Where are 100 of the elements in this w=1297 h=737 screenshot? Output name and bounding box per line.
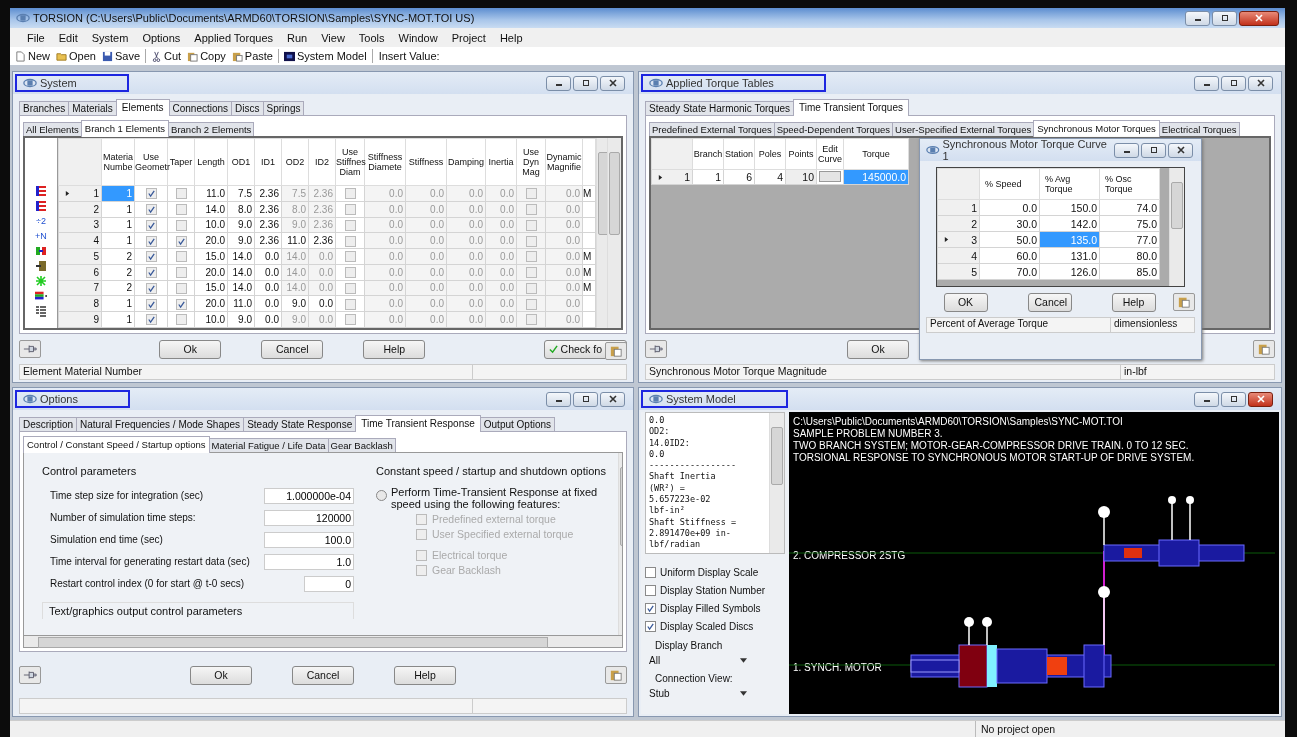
minimize-button[interactable] <box>546 391 571 407</box>
table-cell[interactable]: 11.0 <box>227 295 255 312</box>
maximize-button[interactable] <box>1141 142 1166 158</box>
checkbox[interactable] <box>145 314 157 326</box>
checkbox[interactable] <box>645 566 656 578</box>
dropdown[interactable]: All <box>649 654 747 667</box>
table-cell[interactable]: 1 <box>101 217 135 233</box>
tab[interactable]: Time Transient Torques <box>793 99 909 116</box>
paste-button[interactable] <box>605 342 627 360</box>
tab[interactable]: Predefined External Torques <box>649 122 775 136</box>
menu-item[interactable]: Tools <box>351 31 392 44</box>
toolbar-button[interactable]: Cut <box>148 50 185 62</box>
tab[interactable]: Output Options <box>479 417 556 431</box>
table-cell[interactable]: 7.5 <box>227 185 255 202</box>
list-icon[interactable] <box>35 305 47 317</box>
checkbox[interactable] <box>145 219 157 231</box>
dock-button[interactable] <box>19 340 41 358</box>
checkbox[interactable] <box>145 204 157 216</box>
checkbox[interactable] <box>344 235 356 247</box>
paste-button[interactable] <box>1173 293 1195 311</box>
checkbox[interactable] <box>175 267 187 279</box>
table-cell[interactable]: 20.0 <box>194 232 228 249</box>
tab[interactable]: All Elements <box>23 122 82 136</box>
dock-button[interactable] <box>645 340 667 358</box>
table-cell[interactable]: 126.0 <box>1039 263 1100 280</box>
menu-item[interactable]: Help <box>492 31 530 44</box>
edit-curve-button[interactable] <box>819 171 841 182</box>
checkbox[interactable] <box>145 267 157 279</box>
checkbox[interactable] <box>645 602 656 614</box>
checkbox[interactable] <box>344 267 356 279</box>
checkbox[interactable] <box>525 282 537 294</box>
table-cell[interactable]: 8.0 <box>227 201 255 218</box>
table-cell[interactable]: 74.0 <box>1099 199 1160 216</box>
tool-button[interactable]: ÷2 <box>36 215 46 227</box>
checkbox[interactable] <box>175 204 187 216</box>
input-field[interactable]: 1.000000e-04 <box>264 487 354 504</box>
dialog-button[interactable]: Help <box>363 339 426 359</box>
dialog-button[interactable]: Help <box>1111 292 1156 312</box>
dialog-button[interactable]: OK <box>943 292 988 312</box>
menu-item[interactable]: Edit <box>51 31 85 44</box>
close-button[interactable] <box>1248 75 1273 91</box>
table-cell[interactable]: 11.0 <box>194 185 228 202</box>
paste-button[interactable] <box>1253 340 1275 358</box>
table-cell[interactable]: 80.0 <box>1099 247 1160 264</box>
checkbox[interactable] <box>525 188 537 200</box>
menu-item[interactable]: File <box>20 31 52 44</box>
maximize-button[interactable] <box>573 391 598 407</box>
table-cell[interactable]: 14.0 <box>194 201 228 218</box>
checkbox[interactable] <box>645 620 656 632</box>
tab[interactable]: Materials <box>68 101 117 115</box>
minimize-button[interactable] <box>1114 142 1139 158</box>
tab[interactable]: Branch 2 Elements <box>168 122 255 136</box>
checkbox[interactable] <box>525 298 537 310</box>
toolbar-button[interactable]: Open <box>53 50 99 62</box>
checkbox[interactable] <box>145 282 157 294</box>
tab[interactable]: Speed-Dependent Torques <box>773 122 894 136</box>
menu-item[interactable]: Window <box>391 31 445 44</box>
checkbox[interactable] <box>175 219 187 231</box>
checkbox[interactable] <box>344 298 356 310</box>
table-cell[interactable]: 0.0 <box>254 295 282 312</box>
checkbox[interactable] <box>344 314 356 326</box>
table-cell[interactable]: 1 <box>101 311 135 328</box>
close-button[interactable] <box>600 391 625 407</box>
tab[interactable]: Springs <box>262 101 305 115</box>
table-cell[interactable]: 0.0 <box>308 295 336 312</box>
checkbox[interactable] <box>525 314 537 326</box>
checkbox[interactable] <box>525 219 537 231</box>
tab[interactable]: Gear Backlash <box>327 438 396 452</box>
table-cell[interactable]: 2 <box>101 248 135 265</box>
table-cell[interactable]: 85.0 <box>1099 263 1160 280</box>
dialog-button[interactable]: Cancel <box>292 665 354 685</box>
toolbar-button[interactable]: System Model <box>280 50 370 62</box>
table-cell[interactable]: 2 <box>101 264 135 281</box>
input-field[interactable]: 120000 <box>264 509 354 526</box>
tab[interactable]: Electrical Torques <box>1158 122 1240 136</box>
checkbox[interactable] <box>175 282 187 294</box>
table-cell[interactable]: 150.0 <box>1039 199 1100 216</box>
maximize-button[interactable] <box>1212 10 1237 26</box>
table-cell[interactable]: 2.36 <box>308 232 336 249</box>
table-cell[interactable]: 9.0 <box>227 311 255 328</box>
dialog-button[interactable]: Cancel <box>261 339 324 359</box>
paste-button[interactable] <box>605 666 627 684</box>
checkbox[interactable] <box>175 298 187 310</box>
scrollbar[interactable] <box>23 635 623 648</box>
color-bar-icon[interactable] <box>35 290 47 302</box>
checkbox[interactable] <box>344 282 356 294</box>
checkbox[interactable] <box>175 314 187 326</box>
menu-item[interactable]: Project <box>444 31 493 44</box>
tab[interactable]: Description <box>19 417 78 431</box>
checkbox[interactable] <box>175 251 187 263</box>
table-cell[interactable]: 2.36 <box>254 201 282 218</box>
menu-item[interactable]: Options <box>135 31 188 44</box>
input-field[interactable]: 0 <box>304 575 354 592</box>
table-cell[interactable]: 20.0 <box>194 264 228 281</box>
dialog-button[interactable]: Help <box>394 665 456 685</box>
checkbox[interactable] <box>344 219 356 231</box>
minimize-button[interactable] <box>1185 10 1210 26</box>
tab[interactable]: Branch 1 Elements <box>80 120 170 137</box>
checkbox[interactable] <box>145 251 157 263</box>
maximize-button[interactable] <box>573 75 598 91</box>
